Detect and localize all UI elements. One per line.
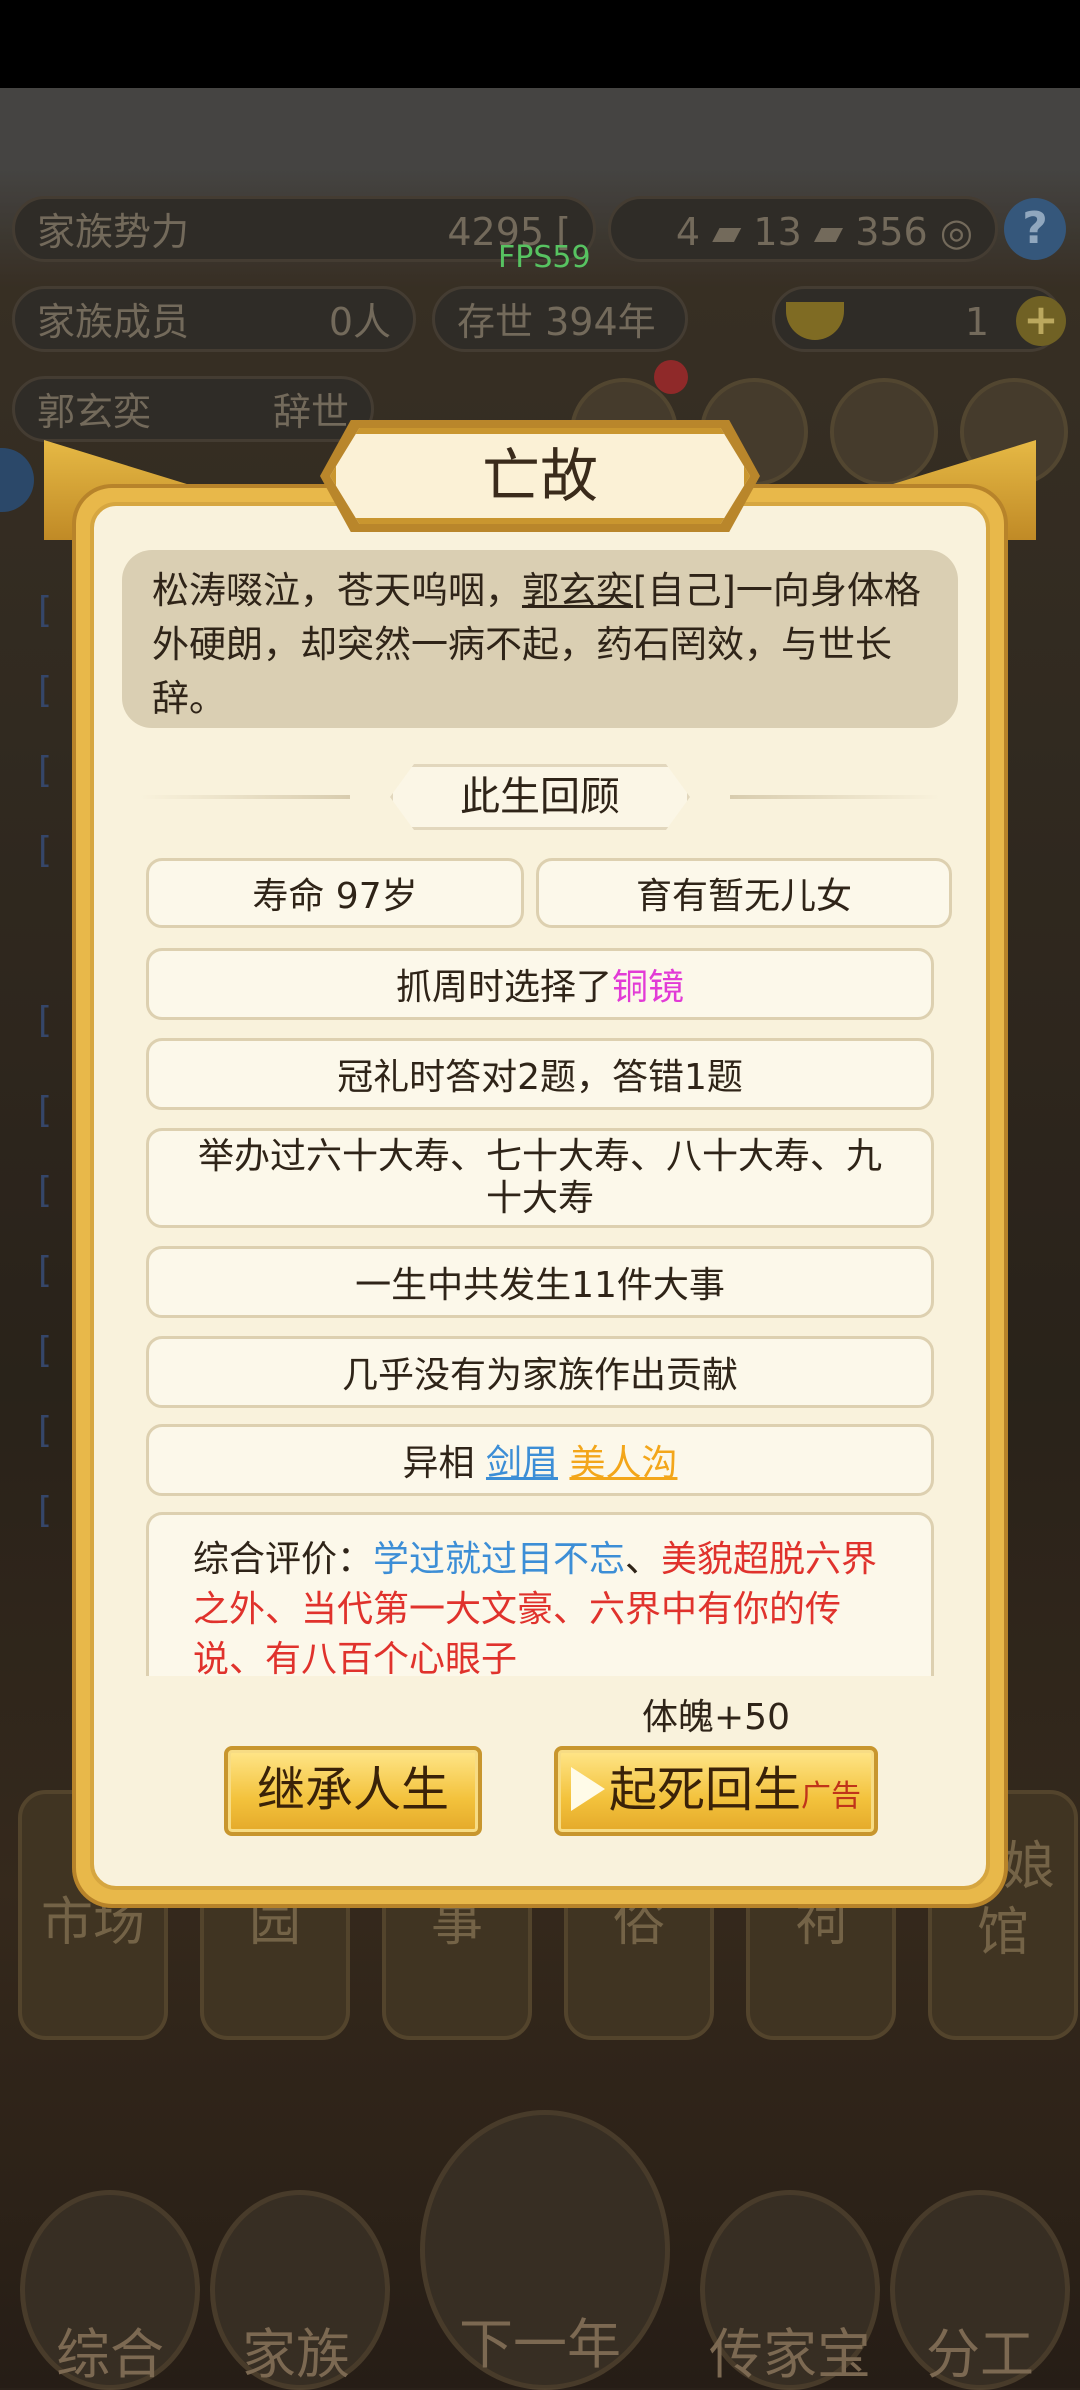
epitaph-text: 松涛啜泣，苍天呜咽，郭玄奕[自己]一向身体格外硬朗，却突然一病不起，药石罔效，与… — [122, 550, 958, 728]
events-card: 一生中共发生11件大事 — [146, 1246, 934, 1318]
evaluation-label: 综合评价： — [193, 1539, 374, 1580]
inherit-life-label: 继承人生 — [256, 1762, 449, 1818]
status-bar — [0, 0, 1080, 88]
traits-label: 异相 — [402, 1443, 475, 1484]
zhuazhou-card: 抓周时选择了 铜镜 — [146, 948, 934, 1020]
play-icon — [570, 1767, 605, 1811]
ad-label: 广告 — [801, 1779, 861, 1814]
birthdays-text: 举办过六十大寿、七十大寿、八十大寿、九十大寿 — [197, 1136, 882, 1219]
contribution-card: 几乎没有为家族作出贡献 — [146, 1336, 934, 1408]
evaluation-box[interactable]: 综合评价：学过就过目不忘、美貌超脱六界之外、当代第一大文豪、六界中有你的传说、有… — [146, 1512, 934, 1676]
divider-right — [730, 795, 940, 799]
section-title: 此生回顾 — [390, 764, 690, 830]
children-card: 育有暂无儿女 — [536, 858, 952, 928]
zhuazhou-item: 铜镜 — [612, 967, 685, 1008]
coming-of-age-card: 冠礼时答对2题，答错1题 — [146, 1038, 934, 1110]
lifespan-card: 寿命 97岁 — [146, 858, 524, 928]
revive-button[interactable]: 起死回生广告 — [554, 1746, 878, 1836]
birthdays-card: 举办过六十大寿、七十大寿、八十大寿、九十大寿 — [146, 1128, 934, 1228]
inherit-life-button[interactable]: 继承人生 — [224, 1746, 482, 1836]
modal-title: 亡故 — [330, 428, 750, 524]
revive-label: 起死回生 — [608, 1762, 801, 1818]
revive-reward: 体魄+50 — [642, 1697, 790, 1738]
divider-left — [140, 795, 350, 799]
evaluation-separator: 、 — [625, 1539, 662, 1580]
evaluation-blue: 学过就过目不忘 — [373, 1539, 626, 1580]
trait-sword-brows[interactable]: 剑眉 — [486, 1434, 558, 1486]
epitaph-prefix: 松涛啜泣，苍天呜咽， — [152, 569, 522, 612]
zhuazhou-text: 抓周时选择了 — [395, 967, 612, 1008]
trait-cleft-chin[interactable]: 美人沟 — [569, 1434, 677, 1486]
deceased-name[interactable]: 郭玄奕 — [522, 569, 633, 612]
traits-card: 异相 剑眉 美人沟 — [146, 1424, 934, 1496]
